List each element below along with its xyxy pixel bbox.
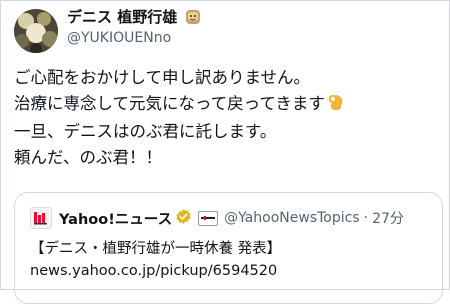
quoted-display-name[interactable]: Yahoo!ニュース	[59, 208, 172, 229]
quoted-handle[interactable]: @YahooNewsTopics	[224, 210, 360, 226]
quoted-separator: ·	[363, 210, 369, 226]
quoted-headline: 【デニス・植野行雄が一時休養 発表】	[30, 241, 282, 257]
ok-hand-icon	[328, 93, 343, 119]
yahoo-news-logo[interactable]	[30, 207, 52, 229]
tweet-line-2-text: 治療に専念して元気になって戻ってきます	[14, 94, 325, 113]
tweet-line-2: 治療に専念して元気になって戻ってきます	[14, 91, 439, 119]
tweet-line-3: 一旦、デニスはのぶ君に託します。	[14, 122, 277, 141]
tweet-line-4: 頼んだ、のぶ君！！	[14, 148, 163, 167]
tweet-text: ご心配をおかけして申し訳ありません。 治療に専念して元気になって戻ってきます 一…	[14, 65, 439, 171]
quoted-link[interactable]: news.yahoo.co.jp/pickup/6594520	[30, 263, 277, 279]
display-name-text: デニス 植野行雄	[67, 8, 178, 26]
verified-badge-icon	[175, 208, 192, 229]
avatar[interactable]	[14, 9, 58, 53]
tweet-card: デニス 植野行雄 @YUKIOUENno ご心配をおかけして申し訳ありません。 …	[0, 0, 450, 304]
person-emoji-icon	[185, 9, 201, 30]
affiliate-badge-icon[interactable]	[198, 210, 219, 226]
quoted-timestamp[interactable]: 27分	[372, 208, 404, 228]
tweet-line-1: ご心配をおかけして申し訳ありません。	[14, 68, 311, 87]
display-name[interactable]: デニス 植野行雄	[67, 7, 201, 30]
quoted-tweet-header: Yahoo!ニュース @YahooNewsTopics · 27分	[30, 207, 404, 229]
user-handle[interactable]: @YUKIOUENno	[67, 30, 171, 46]
quoted-tweet[interactable]: Yahoo!ニュース @YahooNewsTopics · 27分 【デニス・植…	[14, 192, 443, 304]
